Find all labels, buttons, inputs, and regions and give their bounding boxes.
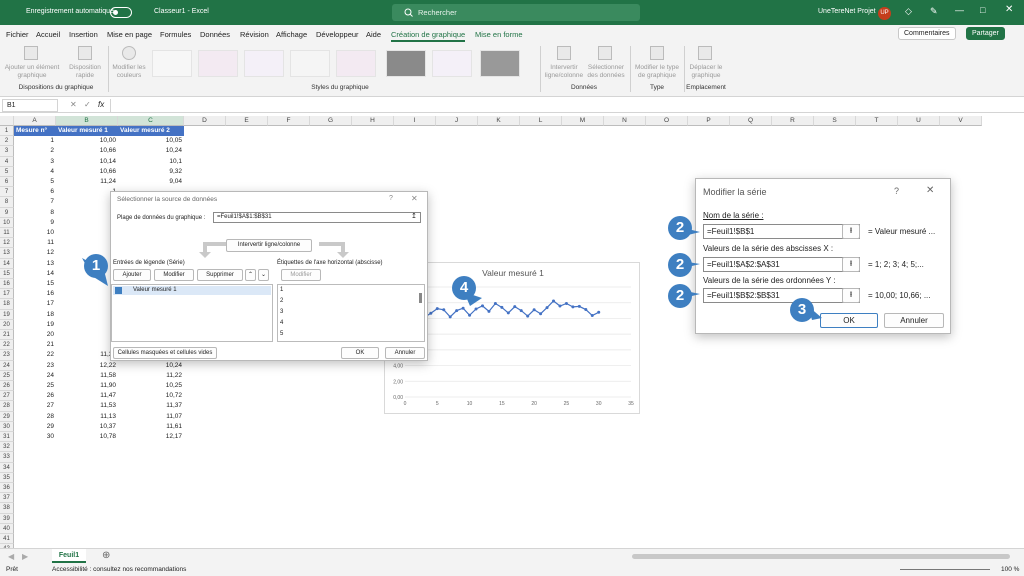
callout-2b: 2: [668, 253, 692, 277]
zoom-level[interactable]: 100 %: [1001, 566, 1019, 573]
add-sheet-icon[interactable]: ⊕: [102, 550, 110, 561]
callout-2a: 2: [668, 216, 692, 240]
accessibility-status[interactable]: Accessibilité : consultez nos recommanda…: [52, 566, 186, 573]
sheet-tab[interactable]: Feuil1: [52, 549, 86, 563]
callout-2c: 2: [668, 284, 692, 308]
prev-sheet-icon[interactable]: ◀: [8, 552, 14, 561]
zoom-slider[interactable]: [900, 569, 990, 570]
status-ready: Prêt: [6, 566, 18, 573]
horizontal-scrollbar[interactable]: [632, 554, 1010, 559]
callout-arrows: [82, 226, 822, 320]
callout-1: 1: [84, 254, 108, 278]
callout-4: 4: [452, 276, 476, 300]
status-bar: Prêt Accessibilité : consultez nos recom…: [0, 563, 1024, 576]
callout-3: 3: [790, 298, 814, 322]
sheet-tabs: ◀ ▶ Feuil1 ⊕: [0, 548, 1024, 563]
next-sheet-icon[interactable]: ▶: [22, 552, 28, 561]
